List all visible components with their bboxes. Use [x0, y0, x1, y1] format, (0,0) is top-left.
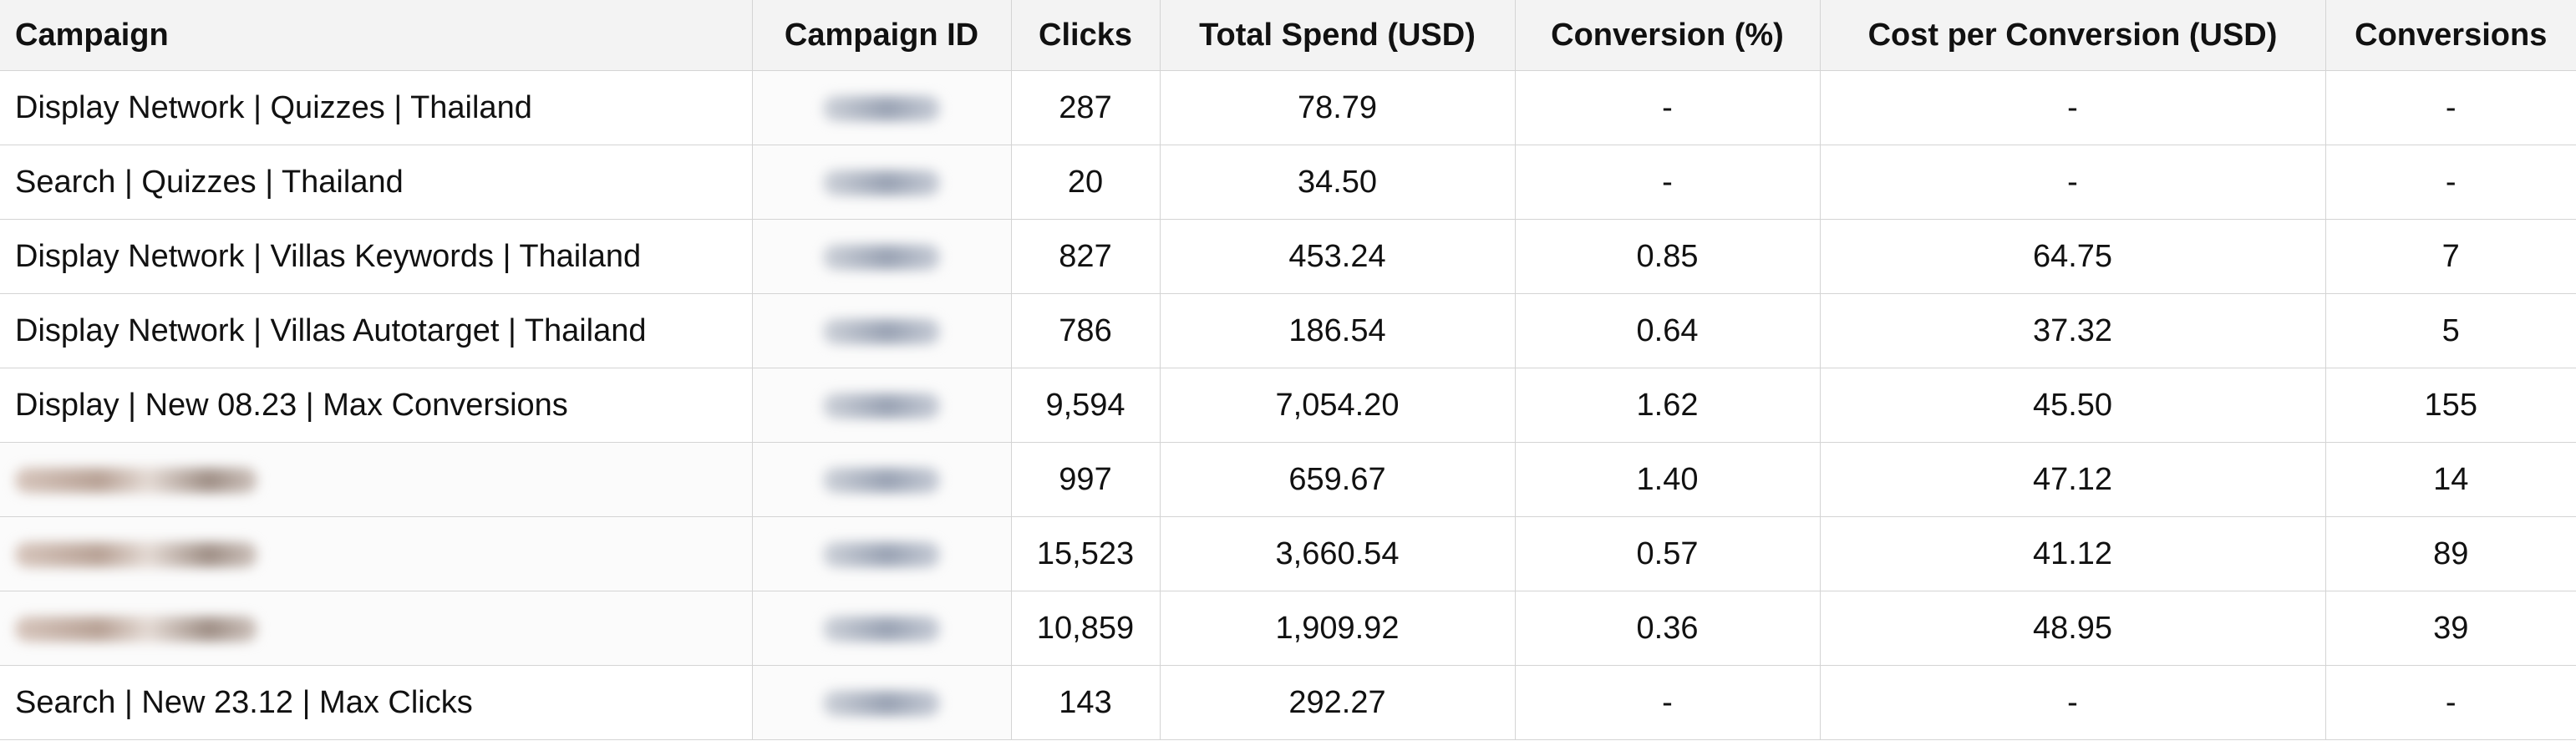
clicks-cell: 997	[1010, 442, 1161, 517]
conversion-pct-cell: -	[1514, 145, 1821, 220]
redacted-id	[823, 542, 940, 568]
conversions-cell: 14	[2324, 442, 2576, 517]
campaign-table: Campaign Campaign ID Clicks Total Spend …	[0, 0, 2576, 740]
campaign-id-cell	[751, 516, 1012, 591]
redacted-id	[823, 245, 940, 271]
spend-cell: 7,054.20	[1159, 368, 1516, 443]
spend-cell: 453.24	[1159, 219, 1516, 294]
campaign-id-cell	[751, 219, 1012, 294]
campaign-name-cell	[0, 442, 753, 517]
header-total-spend[interactable]: Total Spend (USD)	[1159, 0, 1516, 71]
header-conversion-pct[interactable]: Conversion (%)	[1514, 0, 1821, 71]
redacted-id	[823, 393, 940, 419]
campaign-name-cell: Display Network | Quizzes | Thailand	[0, 70, 753, 145]
header-conversions[interactable]: Conversions	[2324, 0, 2576, 71]
campaign-id-cell	[751, 293, 1012, 368]
spend-cell: 1,909.92	[1159, 591, 1516, 666]
campaign-id-cell	[751, 665, 1012, 740]
spend-cell: 292.27	[1159, 665, 1516, 740]
cost-per-conversion-cell: -	[1819, 665, 2326, 740]
conversion-pct-cell: 0.57	[1514, 516, 1821, 591]
redacted-name	[15, 617, 257, 642]
redacted-id	[823, 319, 940, 345]
table-row: 997 659.67 1.40 47.12 14	[0, 442, 2576, 517]
conversions-cell: -	[2324, 665, 2576, 740]
clicks-cell: 827	[1010, 219, 1161, 294]
clicks-cell: 287	[1010, 70, 1161, 145]
header-cost-per-conversion[interactable]: Cost per Conversion (USD)	[1819, 0, 2326, 71]
redacted-name	[15, 542, 257, 568]
conversion-pct-cell: 1.40	[1514, 442, 1821, 517]
campaign-name-cell	[0, 591, 753, 666]
cost-per-conversion-cell: 37.32	[1819, 293, 2326, 368]
conversion-pct-cell: 0.85	[1514, 219, 1821, 294]
conversions-cell: 39	[2324, 591, 2576, 666]
header-campaign-id[interactable]: Campaign ID	[751, 0, 1012, 71]
table-row: Display Network | Quizzes | Thailand 287…	[0, 70, 2576, 145]
clicks-cell: 10,859	[1010, 591, 1161, 666]
redacted-id	[823, 170, 940, 196]
header-clicks[interactable]: Clicks	[1010, 0, 1161, 71]
clicks-cell: 15,523	[1010, 516, 1161, 591]
conversion-pct-cell: 1.62	[1514, 368, 1821, 443]
spend-cell: 3,660.54	[1159, 516, 1516, 591]
spend-cell: 34.50	[1159, 145, 1516, 220]
campaign-name-cell: Display | New 08.23 | Max Conversions	[0, 368, 753, 443]
redacted-name	[15, 468, 257, 494]
cost-per-conversion-cell: 64.75	[1819, 219, 2326, 294]
spend-cell: 78.79	[1159, 70, 1516, 145]
clicks-cell: 9,594	[1010, 368, 1161, 443]
conversions-cell: -	[2324, 145, 2576, 220]
table-row: 15,523 3,660.54 0.57 41.12 89	[0, 516, 2576, 591]
header-row: Campaign Campaign ID Clicks Total Spend …	[0, 0, 2576, 71]
cost-per-conversion-cell: 41.12	[1819, 516, 2326, 591]
campaign-id-cell	[751, 591, 1012, 666]
conversions-cell: 155	[2324, 368, 2576, 443]
campaign-id-cell	[751, 70, 1012, 145]
cost-per-conversion-cell: -	[1819, 145, 2326, 220]
clicks-cell: 143	[1010, 665, 1161, 740]
campaign-id-cell	[751, 442, 1012, 517]
campaign-name-cell: Display Network | Villas Autotarget | Th…	[0, 293, 753, 368]
redacted-id	[823, 96, 940, 122]
conversions-cell: 7	[2324, 219, 2576, 294]
campaign-name-cell: Search | Quizzes | Thailand	[0, 145, 753, 220]
campaign-name-cell: Display Network | Villas Keywords | Thai…	[0, 219, 753, 294]
conversion-pct-cell: 0.64	[1514, 293, 1821, 368]
spend-cell: 186.54	[1159, 293, 1516, 368]
redacted-id	[823, 468, 940, 494]
table-row: Display Network | Villas Keywords | Thai…	[0, 219, 2576, 294]
redacted-id	[823, 691, 940, 717]
table-row: Search | New 23.12 | Max Clicks 143 292.…	[0, 665, 2576, 740]
table-row: 10,859 1,909.92 0.36 48.95 39	[0, 591, 2576, 666]
conversions-cell: 89	[2324, 516, 2576, 591]
table-row: Display | New 08.23 | Max Conversions 9,…	[0, 368, 2576, 443]
campaign-name-cell: Search | New 23.12 | Max Clicks	[0, 665, 753, 740]
conversion-pct-cell: -	[1514, 665, 1821, 740]
conversions-cell: 5	[2324, 293, 2576, 368]
campaign-name-cell	[0, 516, 753, 591]
cost-per-conversion-cell: 45.50	[1819, 368, 2326, 443]
conversions-cell: -	[2324, 70, 2576, 145]
header-campaign[interactable]: Campaign	[0, 0, 753, 71]
conversion-pct-cell: -	[1514, 70, 1821, 145]
conversion-pct-cell: 0.36	[1514, 591, 1821, 666]
clicks-cell: 20	[1010, 145, 1161, 220]
redacted-id	[823, 617, 940, 642]
table-row: Search | Quizzes | Thailand 20 34.50 - -…	[0, 145, 2576, 220]
clicks-cell: 786	[1010, 293, 1161, 368]
spend-cell: 659.67	[1159, 442, 1516, 517]
cost-per-conversion-cell: 47.12	[1819, 442, 2326, 517]
cost-per-conversion-cell: 48.95	[1819, 591, 2326, 666]
cost-per-conversion-cell: -	[1819, 70, 2326, 145]
campaign-id-cell	[751, 368, 1012, 443]
campaign-id-cell	[751, 145, 1012, 220]
table-row: Display Network | Villas Autotarget | Th…	[0, 293, 2576, 368]
